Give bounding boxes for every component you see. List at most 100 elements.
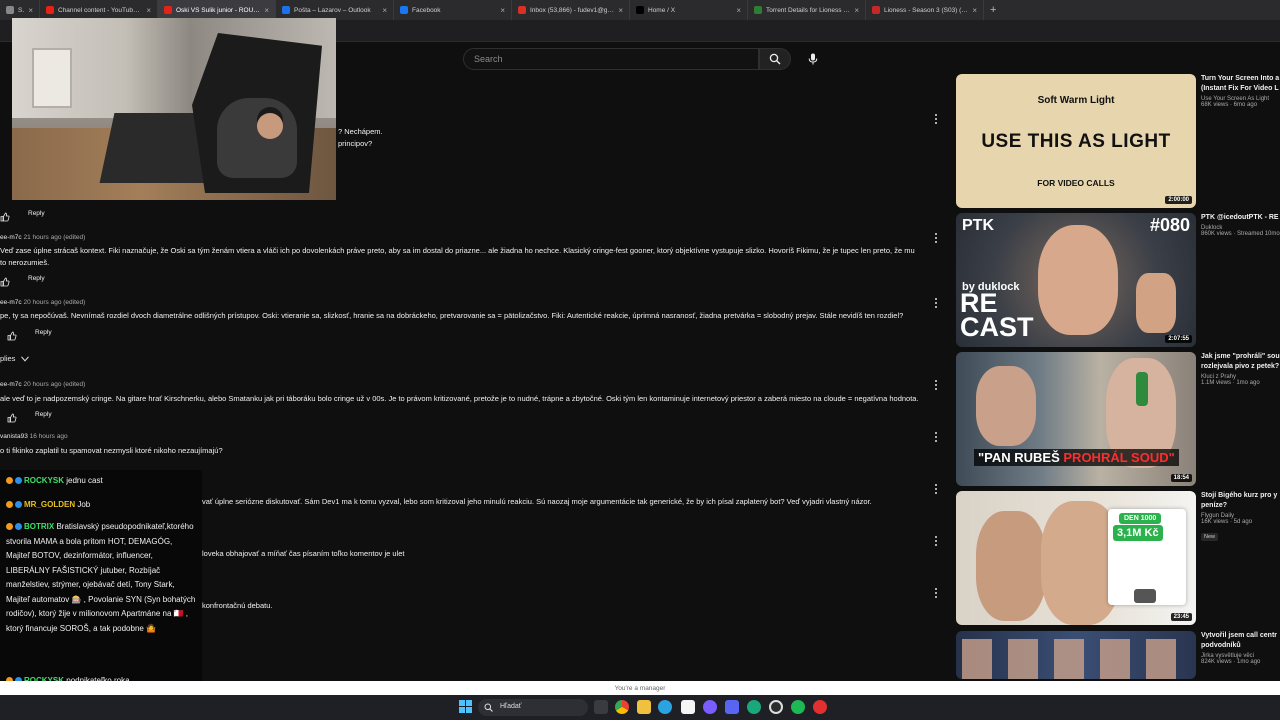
messenger-icon[interactable] — [703, 700, 717, 714]
browser-tab[interactable]: Facebook × — [394, 0, 512, 20]
close-icon[interactable]: × — [736, 6, 741, 15]
close-icon[interactable]: × — [854, 6, 859, 15]
video-card[interactable]: Soft Warm Light USE THIS AS LIGHT FOR VIDE… — [956, 74, 1280, 208]
video-info: Stojí Bigého kurz pro y peníze? Flygun Dai… — [1201, 491, 1280, 543]
spotify-icon[interactable] — [791, 700, 805, 714]
more-options-icon[interactable] — [933, 431, 939, 443]
comment-author[interactable]: ee-m7c — [0, 299, 22, 306]
chat-username[interactable]: BOTRIX — [24, 522, 54, 531]
browser-tab[interactable]: Shot ... × — [0, 0, 40, 20]
new-tab-button[interactable]: + — [984, 4, 996, 16]
notion-icon[interactable] — [681, 700, 695, 714]
video-thumbnail[interactable]: "PAN RUBEŠ PROHRÁL SOUD" 18:54 — [956, 352, 1196, 486]
replies-toggle[interactable]: plies — [0, 354, 30, 363]
comment-meta: ee-m7c 20 hours ago (edited) — [0, 299, 85, 306]
comment-time: 21 hours ago (edited) — [23, 234, 86, 241]
video-stats: 860K views · Streamed 10mo a — [1201, 231, 1280, 237]
browser-tab-title: Shot ... — [18, 6, 24, 14]
browser-tab[interactable]: Home / X × — [630, 0, 748, 20]
close-icon[interactable]: × — [382, 6, 387, 15]
more-options-icon[interactable] — [933, 483, 939, 495]
telegram-icon[interactable] — [658, 700, 672, 714]
close-icon[interactable]: × — [264, 6, 269, 15]
like-icon[interactable] — [7, 328, 17, 341]
close-icon[interactable]: × — [146, 6, 151, 15]
video-card[interactable]: PTK #080 by duklock RE CAST 2:07:55 PTK @icedo… — [956, 213, 1280, 347]
video-card[interactable]: "PAN RUBEŠ PROHRÁL SOUD" 18:54 Jak jsme "p… — [956, 352, 1280, 486]
comment-text: o ti fikinko zaplatil tu spamovat nezmys… — [0, 446, 223, 455]
video-title[interactable]: Stojí Bigého kurz pro y — [1201, 491, 1280, 501]
obs-icon[interactable] — [769, 700, 783, 714]
task-view-icon[interactable] — [594, 700, 608, 714]
browser-tab-title: Inbox (53,866) - fudev1@gmail.com — [530, 6, 614, 14]
browser-tab[interactable]: Pošta – Lazarov – Outlook × — [276, 0, 394, 20]
close-icon[interactable]: × — [500, 6, 505, 15]
video-thumbnail[interactable]: DEN 1000 3,1M Kč 23:45 — [956, 491, 1196, 625]
reply-button[interactable]: Reply — [35, 329, 52, 336]
reply-button[interactable]: Reply — [28, 210, 45, 217]
more-options-icon[interactable] — [933, 535, 939, 547]
comment-text: ? Nechápem. — [338, 127, 383, 136]
video-title[interactable]: (Instant Fix For Video L — [1201, 84, 1280, 94]
like-icon[interactable] — [0, 209, 10, 222]
video-info: Vytvořil jsem call centr podvodníků Jirka … — [1201, 631, 1280, 665]
video-thumbnail[interactable] — [956, 631, 1196, 679]
video-title[interactable]: Vytvořil jsem call centr — [1201, 631, 1280, 641]
more-options-icon[interactable] — [933, 379, 939, 391]
chat-username[interactable]: MR_GOLDEN — [24, 500, 75, 509]
video-title[interactable]: podvodníků — [1201, 641, 1280, 651]
video-title[interactable]: Jak jsme "prohráli" sou — [1201, 352, 1280, 362]
video-thumbnail[interactable]: PTK #080 by duklock RE CAST 2:07:55 — [956, 213, 1196, 347]
close-icon[interactable]: × — [618, 6, 623, 15]
recording-app-icon[interactable] — [813, 700, 827, 714]
chat-badge-icon — [15, 501, 22, 509]
video-duration: 18:54 — [1170, 474, 1192, 482]
video-title[interactable]: Turn Your Screen Into a — [1201, 74, 1280, 84]
replies-toggle-label: plies — [0, 354, 16, 363]
taskbar-search[interactable]: Hľadať — [478, 699, 588, 716]
more-options-icon[interactable] — [933, 113, 939, 125]
browser-tab[interactable]: Oski VS Sulik junior - ROUND 2 × — [158, 0, 276, 20]
comment-author[interactable]: ee-m7c — [0, 381, 22, 388]
video-title[interactable]: peníze? — [1201, 501, 1280, 511]
chat-text: jednu cast — [66, 476, 103, 485]
more-options-icon[interactable] — [933, 587, 939, 599]
browser-tab[interactable]: Channel content - YouTube Studio× — [40, 0, 158, 20]
comment-author[interactable]: ee-m7c — [0, 234, 22, 241]
discord-icon[interactable] — [725, 700, 739, 714]
search-input[interactable]: Search — [463, 48, 759, 70]
reply-button[interactable]: Reply — [28, 275, 45, 282]
video-card[interactable]: Vytvořil jsem call centr podvodníků Jirka … — [956, 631, 1280, 679]
favicon-icon — [282, 6, 290, 14]
file-explorer-icon[interactable] — [637, 700, 651, 714]
reply-button[interactable]: Reply — [35, 411, 52, 418]
video-info: Turn Your Screen Into a (Instant Fix For … — [1201, 74, 1280, 108]
close-icon[interactable]: × — [972, 6, 977, 15]
start-button[interactable] — [459, 700, 473, 714]
like-icon[interactable] — [7, 410, 17, 423]
like-icon[interactable] — [0, 274, 10, 287]
search-button[interactable] — [759, 48, 791, 70]
voice-search-button[interactable] — [801, 48, 825, 70]
screen: Shot ...×Channel content - YouTube Studi… — [0, 0, 1280, 720]
video-title[interactable]: rozlejvala pivo z petek? — [1201, 362, 1280, 372]
chat-username[interactable]: ROCKYSK — [24, 476, 64, 485]
video-stats: 824K views · 1mo ago — [1201, 659, 1261, 665]
comment-author[interactable]: vanista93 — [0, 433, 28, 440]
more-options-icon[interactable] — [933, 232, 939, 244]
close-icon[interactable]: × — [28, 6, 33, 15]
search-icon — [769, 53, 781, 65]
browser-tab[interactable]: Lioness - Season 3 (S03) (2025)× — [866, 0, 984, 20]
video-duration: 23:45 — [1170, 613, 1192, 621]
chat-message: MR_GOLDEN Job — [6, 498, 196, 513]
more-options-icon[interactable] — [933, 297, 939, 309]
browser-tab[interactable]: Inbox (53,866) - fudev1@gmail.com × — [512, 0, 630, 20]
browser-tab[interactable]: Torrent Details for Lioness 2023 × — [748, 0, 866, 20]
video-thumbnail[interactable]: Soft Warm Light USE THIS AS LIGHT FOR VIDE… — [956, 74, 1196, 208]
favicon-icon — [636, 6, 644, 14]
edge-icon[interactable] — [747, 700, 761, 714]
video-title[interactable]: PTK @icedoutPTK - RE — [1201, 213, 1280, 223]
chrome-icon[interactable] — [615, 700, 629, 714]
video-card[interactable]: DEN 1000 3,1M Kč 23:45 Stojí Bigého kurz pr… — [956, 491, 1280, 625]
browser-tab-title: Oski VS Sulik junior - ROUND 2 — [176, 6, 261, 14]
